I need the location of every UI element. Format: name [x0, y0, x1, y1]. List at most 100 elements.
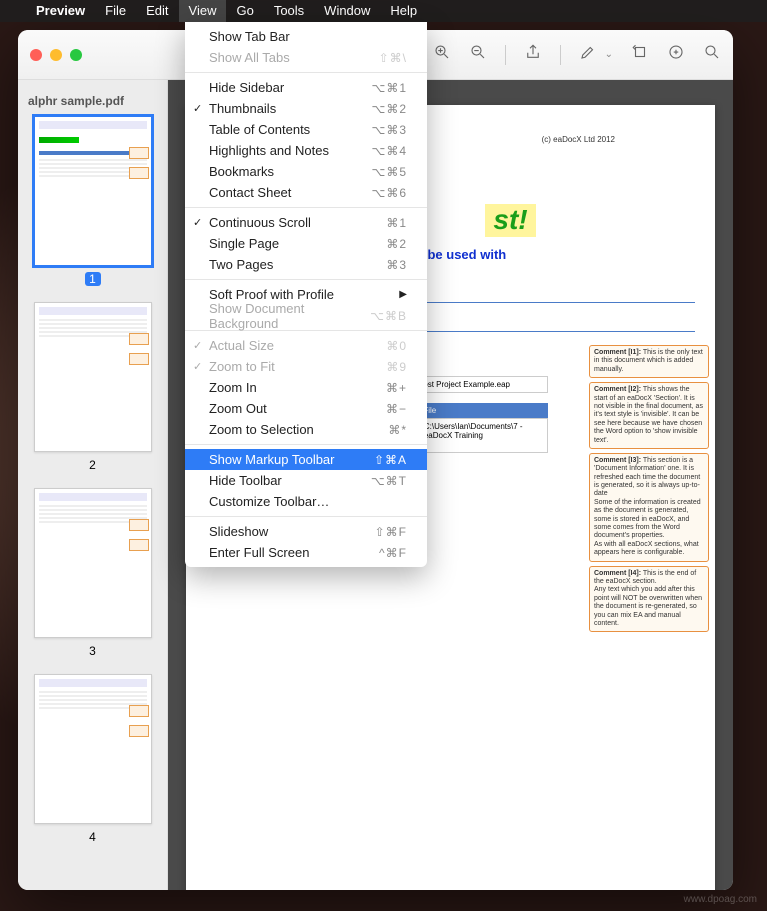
menu-item-bookmarks[interactable]: Bookmarks ⌥⌘5 [185, 161, 427, 182]
traffic-lights [30, 49, 82, 61]
sidebar: alphr sample.pdf 1234 [18, 80, 168, 890]
thumbnail-page-3[interactable] [34, 488, 152, 638]
menu-item-label: Zoom to Fit [209, 359, 275, 374]
thumbnail-number: 4 [26, 830, 159, 844]
menu-shortcut: ⌘0 [386, 339, 407, 353]
menu-shortcut: ⌥⌘6 [371, 186, 407, 200]
menu-item-zoom-to-fit: ✓Zoom to Fit⌘9 [185, 356, 427, 377]
comment-3[interactable]: Comment [I3]: This section is a 'Documen… [589, 453, 709, 562]
menu-item-highlights-and-notes[interactable]: Highlights and Notes ⌥⌘4 [185, 140, 427, 161]
separator [560, 45, 561, 65]
markup-icon[interactable] [579, 43, 597, 66]
menu-shortcut: ⌘1 [386, 216, 407, 230]
sidebar-title: alphr sample.pdf [26, 90, 159, 116]
menu-item-slideshow[interactable]: Slideshow⇧⌘F [185, 521, 427, 542]
menu-shortcut: ^⌘F [379, 546, 407, 560]
close-button[interactable] [30, 49, 42, 61]
menubar-go[interactable]: Go [226, 0, 263, 22]
search-icon[interactable] [703, 43, 721, 66]
menu-item-label: Hide Sidebar [209, 80, 284, 95]
menu-item-label: Show Tab Bar [209, 29, 290, 44]
menu-item-label: Show All Tabs [209, 50, 290, 65]
menu-separator [185, 516, 427, 517]
menu-shortcut: ⌘3 [386, 258, 407, 272]
menu-item-enter-full-screen[interactable]: Enter Full Screen^⌘F [185, 542, 427, 563]
comments-pane: Comment [I1]: This is the only text in t… [589, 345, 709, 632]
menu-item-thumbnails[interactable]: ✓ Thumbnails ⌥⌘2 [185, 98, 427, 119]
checkmark-icon: ✓ [193, 216, 202, 229]
menu-item-zoom-in[interactable]: Zoom In ⌘+ [185, 377, 427, 398]
menu-item-table-of-contents[interactable]: Table of Contents⌥⌘3 [185, 119, 427, 140]
menu-item-label: Thumbnails [209, 101, 276, 116]
checkmark-icon: ✓ [193, 339, 202, 352]
menu-shortcut: ⇧⌘F [375, 525, 407, 539]
comment-2[interactable]: Comment [I2]: This shows the start of an… [589, 382, 709, 449]
zoom-out-icon[interactable] [469, 43, 487, 66]
thumbnail-page-4[interactable] [34, 674, 152, 824]
menu-shortcut: ⌘− [386, 402, 407, 416]
menu-item-two-pages[interactable]: Two Pages ⌘3 [185, 254, 427, 275]
menu-item-actual-size: ✓ Actual Size ⌘0 [185, 335, 427, 356]
menu-item-label: Contact Sheet [209, 185, 291, 200]
thumbnail-page-2[interactable] [34, 302, 152, 452]
menu-shortcut: ⌥⌘B [370, 309, 407, 323]
menu-item-show-document-background: Show Document Background⌥⌘B [185, 305, 427, 326]
highlight-icon[interactable] [667, 43, 685, 66]
menu-item-show-markup-toolbar[interactable]: Show Markup Toolbar ⇧⌘A [185, 449, 427, 470]
menubar-help[interactable]: Help [380, 0, 427, 22]
document-title: st! [485, 204, 535, 237]
menu-item-label: Two Pages [209, 257, 273, 272]
thumbnail-number: 3 [26, 644, 159, 658]
menu-item-label: Highlights and Notes [209, 143, 329, 158]
menu-shortcut: ⇧⌘A [374, 453, 407, 467]
menubar-view[interactable]: View [179, 0, 227, 22]
comment-1[interactable]: Comment [I1]: This is the only text in t… [589, 345, 709, 378]
menu-item-zoom-out[interactable]: Zoom Out ⌘− [185, 398, 427, 419]
thumbnail-number: 2 [26, 458, 159, 472]
menu-item-label: Table of Contents [209, 122, 310, 137]
menubar-file[interactable]: File [95, 0, 136, 22]
menu-item-show-tab-bar[interactable]: Show Tab Bar [185, 26, 427, 47]
zoom-in-icon[interactable] [433, 43, 451, 66]
share-icon[interactable] [524, 43, 542, 66]
menubar-tools[interactable]: Tools [264, 0, 314, 22]
comment-4[interactable]: Comment [I4]: This is the end of the eaD… [589, 566, 709, 633]
menu-item-label: Bookmarks [209, 164, 274, 179]
menu-shortcut: ⇧⌘\ [379, 51, 407, 65]
menubar-edit[interactable]: Edit [136, 0, 178, 22]
menu-item-hide-sidebar[interactable]: Hide Sidebar⌥⌘1 [185, 77, 427, 98]
menu-item-label: Actual Size [209, 338, 274, 353]
menu-item-continuous-scroll[interactable]: ✓Continuous Scroll⌘1 [185, 212, 427, 233]
thumbnail-page-1[interactable] [34, 116, 152, 266]
zoom-button[interactable] [70, 49, 82, 61]
chevron-down-icon[interactable]: ⌄ [605, 49, 613, 60]
minimize-button[interactable] [50, 49, 62, 61]
menu-separator [185, 279, 427, 280]
watermark: www.dpoag.com [684, 894, 757, 905]
menu-item-label: Zoom to Selection [209, 422, 314, 437]
menu-shortcut: ⌥⌘T [371, 474, 407, 488]
menu-item-label: Zoom In [209, 380, 257, 395]
menu-shortcut: ⌥⌘2 [371, 102, 407, 116]
menu-shortcut: ⌘9 [386, 360, 407, 374]
menu-item-label: Zoom Out [209, 401, 267, 416]
menu-separator [185, 72, 427, 73]
menu-item-label: Single Page [209, 236, 279, 251]
menu-item-label: Hide Toolbar [209, 473, 282, 488]
menu-item-customize-toolbar-[interactable]: Customize Toolbar… [185, 491, 427, 512]
menu-item-hide-toolbar[interactable]: Hide Toolbar ⌥⌘T [185, 470, 427, 491]
rotate-icon[interactable] [631, 43, 649, 66]
menu-shortcut: ⌘2 [386, 237, 407, 251]
menu-shortcut: ⌥⌘5 [371, 165, 407, 179]
menu-item-zoom-to-selection[interactable]: Zoom to Selection⌘* [185, 419, 427, 440]
menu-separator [185, 207, 427, 208]
menu-item-single-page[interactable]: Single Page ⌘2 [185, 233, 427, 254]
separator [505, 45, 506, 65]
menu-shortcut: ⌥⌘4 [371, 144, 407, 158]
menu-shortcut: ⌘+ [386, 381, 407, 395]
menu-item-contact-sheet[interactable]: Contact Sheet ⌥⌘6 [185, 182, 427, 203]
menubar-window[interactable]: Window [314, 0, 380, 22]
menubar-app[interactable]: Preview [26, 0, 95, 22]
menu-item-label: Show Markup Toolbar [209, 452, 335, 467]
checkmark-icon: ✓ [193, 102, 202, 115]
